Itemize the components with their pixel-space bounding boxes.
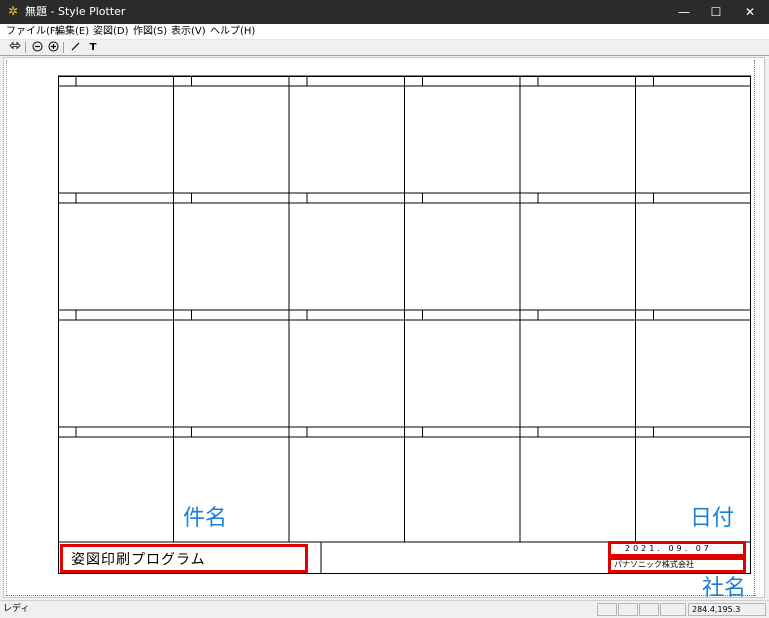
- status-pane-1: [597, 603, 617, 616]
- project-name-annotation: 件名: [183, 506, 228, 531]
- status-pane-4: [660, 603, 686, 616]
- company-field[interactable]: パナソニック株式会社: [608, 557, 746, 573]
- coordinates-pane: 284.4,195.3: [688, 603, 766, 616]
- project-name-text: 姿図印刷プログラム: [71, 552, 206, 568]
- date-field[interactable]: 2021. 09. 07: [608, 541, 746, 557]
- status-pane-3: [639, 603, 659, 616]
- status-text: レディ: [3, 604, 30, 614]
- status-bar: レディ 284.4,195.3: [0, 600, 769, 618]
- project-name-field[interactable]: 姿図印刷プログラム: [60, 544, 308, 573]
- date-annotation: 日付: [690, 506, 735, 531]
- elevation-grid: [58, 75, 751, 574]
- company-text: パナソニック株式会社: [614, 560, 694, 569]
- company-annotation: 社名: [702, 576, 747, 601]
- coordinates-text: 284.4,195.3: [692, 605, 741, 614]
- status-pane-2: [618, 603, 638, 616]
- date-text: 2021. 09. 07: [625, 544, 712, 553]
